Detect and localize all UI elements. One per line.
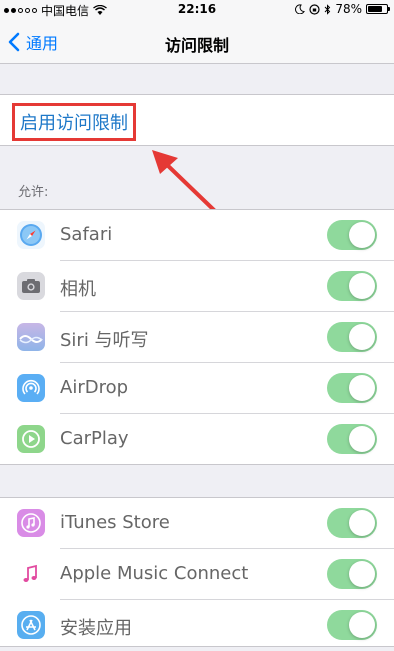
battery-percent: 78% — [335, 2, 362, 16]
siri-toggle[interactable] — [327, 322, 377, 352]
list-item-label: Safari — [60, 224, 113, 245]
allow-group-1: Safari 相机 Siri 与听写 AirDrop CarPlay — [0, 209, 394, 465]
moon-icon — [295, 4, 306, 14]
list-item-camera: 相机 — [0, 261, 394, 312]
enable-restrictions-button[interactable]: 启用访问限制 — [12, 103, 136, 141]
carplay-toggle[interactable] — [327, 424, 377, 454]
list-item-carplay: CarPlay — [0, 414, 394, 465]
allow-section-header: 允许: — [18, 185, 49, 200]
toggle-knob — [349, 375, 375, 401]
music-note-icon — [17, 560, 45, 588]
toggle-knob — [349, 324, 375, 350]
orientation-lock-icon — [309, 3, 320, 15]
bluetooth-icon — [324, 3, 331, 15]
carplay-icon — [17, 425, 45, 453]
camera-toggle[interactable] — [327, 271, 377, 301]
list-item-label: iTunes Store — [60, 512, 170, 533]
list-item-siri: Siri 与听写 — [0, 312, 394, 363]
status-bar: 中国电信 22:16 78% — [0, 0, 394, 20]
siri-icon — [17, 323, 45, 351]
enable-restrictions-row: 启用访问限制 — [0, 94, 394, 146]
toggle-knob — [349, 510, 375, 536]
battery-icon — [366, 4, 390, 14]
list-item-label: Siri 与听写 — [60, 330, 149, 351]
status-right: 78% — [295, 2, 390, 16]
list-item-label: 相机 — [60, 279, 96, 300]
navigation-bar: 通用 访问限制 — [0, 20, 394, 64]
apple-music-connect-toggle[interactable] — [327, 559, 377, 589]
install-apps-toggle[interactable] — [327, 610, 377, 640]
allow-group-2: iTunes Store Apple Music Connect 安装应用 — [0, 497, 394, 647]
list-item-airdrop: AirDrop — [0, 363, 394, 414]
safari-icon — [17, 221, 45, 249]
list-item-safari: Safari — [0, 210, 394, 261]
airdrop-toggle[interactable] — [327, 373, 377, 403]
safari-toggle[interactable] — [327, 220, 377, 250]
itunes-store-toggle[interactable] — [327, 508, 377, 538]
toggle-knob — [349, 426, 375, 452]
list-item-label: AirDrop — [60, 377, 129, 398]
camera-icon — [17, 272, 45, 300]
list-item-label: CarPlay — [60, 428, 129, 449]
list-item-install-apps: 安装应用 — [0, 600, 394, 651]
page-title: 访问限制 — [164, 36, 229, 55]
toggle-knob — [349, 612, 375, 638]
list-item-label: 安装应用 — [60, 618, 132, 639]
list-item-apple-music-connect: Apple Music Connect — [0, 549, 394, 600]
toggle-knob — [349, 561, 375, 587]
list-item-itunes-store: iTunes Store — [0, 498, 394, 549]
toggle-knob — [349, 273, 375, 299]
airdrop-icon — [17, 374, 45, 402]
annotation-arrow-icon — [148, 148, 223, 218]
itunes-store-icon — [17, 509, 45, 537]
list-item-label: Apple Music Connect — [60, 563, 249, 584]
app-store-icon — [17, 611, 45, 639]
toggle-knob — [349, 222, 375, 248]
